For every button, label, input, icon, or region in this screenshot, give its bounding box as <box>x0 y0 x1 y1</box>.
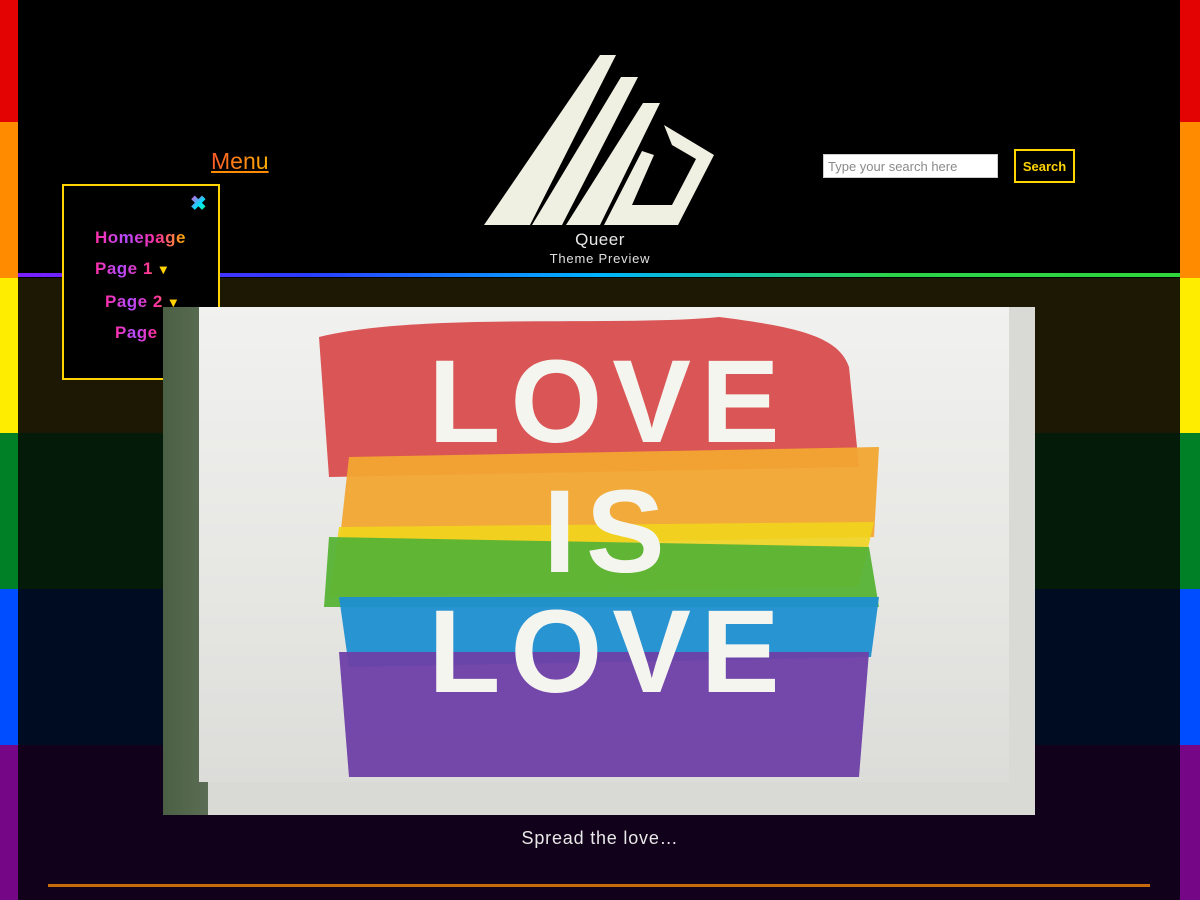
banner-word: LOVE <box>428 586 790 718</box>
love-is-love-banner: LOVE IS LOVE <box>199 307 1009 782</box>
menu-toggle-link[interactable]: Menu <box>211 148 269 175</box>
menu-item-page-1[interactable]: Page 1 ▼ <box>95 259 170 279</box>
menu-item-label: Page 1 <box>95 259 153 278</box>
menu-item-label: Homepage <box>95 228 186 247</box>
hero-caption: Spread the love… <box>521 828 679 848</box>
chevron-down-icon[interactable]: ▼ <box>157 262 170 277</box>
banner-word: IS <box>543 466 675 598</box>
logo-mark <box>484 55 714 225</box>
close-x-icon[interactable]: ✖ <box>190 194 210 214</box>
site-title: Queer <box>575 230 625 249</box>
site-tagline: Theme Preview <box>549 251 651 266</box>
menu-item-homepage[interactable]: Homepage <box>95 228 186 248</box>
site-logo[interactable] <box>482 55 717 227</box>
footer-divider <box>48 884 1150 887</box>
banner-word: LOVE <box>428 336 790 468</box>
hero-image: LOVE IS LOVE <box>163 307 1035 815</box>
search-button[interactable]: Search <box>1014 149 1075 183</box>
menu-item-label: Page 2 <box>105 292 163 311</box>
search-input[interactable] <box>823 154 998 178</box>
